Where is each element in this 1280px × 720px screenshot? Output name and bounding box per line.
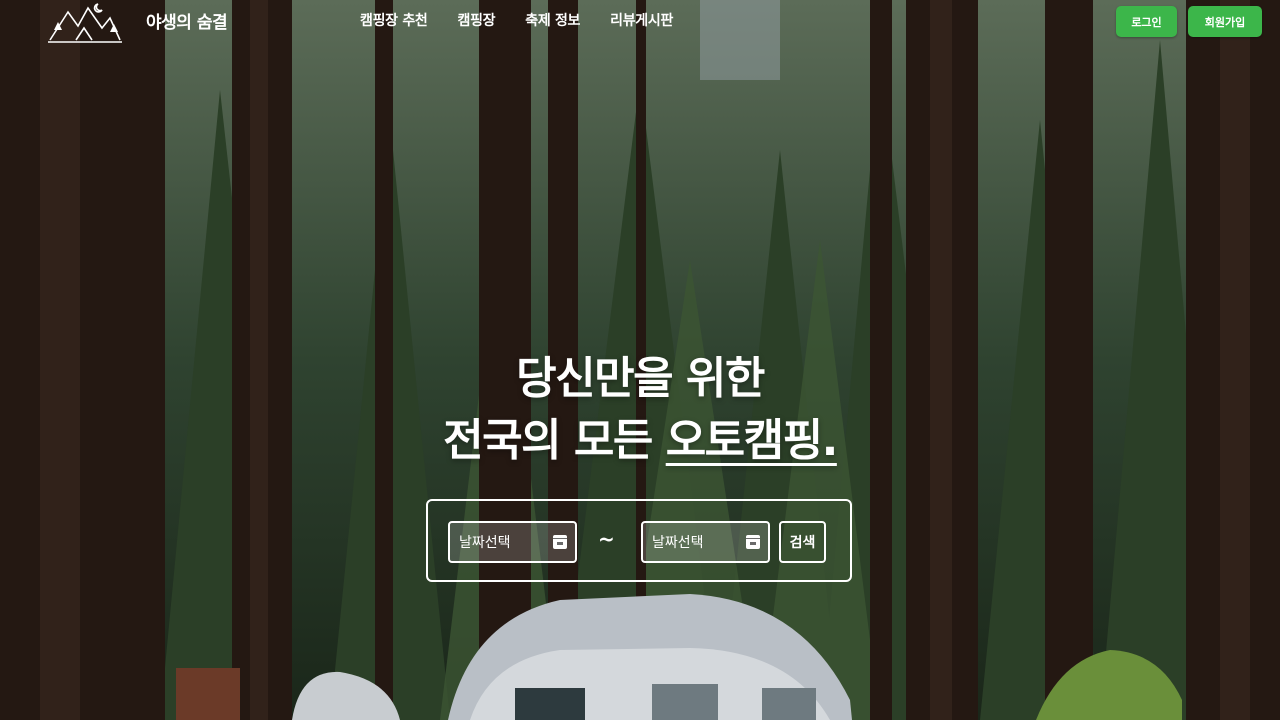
site-header: 야생의 숨결 캠핑장 추천 캠핑장 축제 정보 리뷰게시판 로그인 회원가입 xyxy=(0,0,1280,44)
nav-item-festival-info[interactable]: 축제 정보 xyxy=(525,10,580,30)
signup-button[interactable]: 회원가입 xyxy=(1188,6,1262,37)
date-range-separator: ~ xyxy=(598,527,615,551)
hero-title-line1: 당신만을 위한 xyxy=(516,353,765,404)
calendar-icon[interactable] xyxy=(746,535,760,549)
nav-item-review-board[interactable]: 리뷰게시판 xyxy=(610,10,673,30)
login-button[interactable]: 로그인 xyxy=(1116,6,1177,37)
main-nav: 캠핑장 추천 캠핑장 축제 정보 리뷰게시판 xyxy=(360,10,703,30)
end-date-placeholder: 날짜선택 xyxy=(652,535,704,551)
brand-name[interactable]: 야생의 숨결 xyxy=(146,8,228,33)
end-date-picker[interactable]: 날짜선택 xyxy=(641,521,770,563)
start-date-picker[interactable]: 날짜선택 xyxy=(448,521,577,563)
search-button[interactable]: 검색 xyxy=(779,521,826,563)
hero-title-line2: 전국의 모든 오토캠핑. xyxy=(0,404,1280,468)
date-search-box: 날짜선택 ~ 날짜선택 검색 xyxy=(426,499,852,582)
nav-item-campsite-recommend[interactable]: 캠핑장 추천 xyxy=(360,10,428,30)
nav-item-campsites[interactable]: 캠핑장 xyxy=(457,10,495,30)
calendar-icon[interactable] xyxy=(553,535,567,549)
start-date-placeholder: 날짜선택 xyxy=(459,535,511,551)
hero-title-line2-prefix: 전국의 모든 xyxy=(443,415,666,466)
hero-title-highlight: 오토캠핑. xyxy=(665,415,839,466)
mountain-camp-logo-icon[interactable] xyxy=(46,0,124,46)
